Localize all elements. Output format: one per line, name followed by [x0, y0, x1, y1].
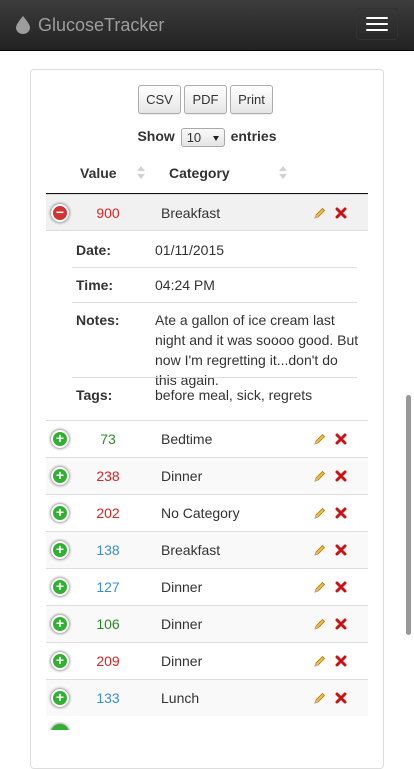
- entries-length-control: Show 10 entries: [0, 128, 414, 147]
- pencil-icon[interactable]: [314, 618, 326, 630]
- reading-category: Dinner: [161, 468, 203, 484]
- navbar: GlucoseTracker: [0, 0, 414, 51]
- sort-icon: [279, 166, 287, 180]
- reading-value: 202: [96, 505, 120, 521]
- reading-value: 900: [96, 205, 120, 221]
- reading-value: 138: [96, 542, 120, 558]
- value-column-header[interactable]: Value: [80, 165, 117, 181]
- print-button[interactable]: Print: [230, 85, 273, 114]
- reading-category: Bedtime: [161, 431, 213, 447]
- hamburger-icon: [366, 17, 388, 19]
- tags-value: before meal, sick, regrets: [155, 387, 313, 403]
- reading-category: No Category: [161, 505, 240, 521]
- pencil-icon[interactable]: [314, 581, 326, 593]
- brand-name: GlucoseTracker: [38, 14, 165, 35]
- table-row[interactable]: +127 Dinner: [46, 568, 368, 605]
- x-icon[interactable]: [335, 618, 347, 630]
- menu-toggle-button[interactable]: [356, 8, 398, 40]
- table-row[interactable]: +73 Bedtime: [46, 420, 368, 457]
- notes-label: Notes:: [76, 312, 120, 328]
- reading-value: 133: [96, 690, 120, 706]
- notes-value: Ate a gallon of ice cream last night and…: [155, 312, 359, 388]
- table-row[interactable]: +202 No Category: [46, 494, 368, 531]
- time-value: 04:24 PM: [155, 277, 215, 293]
- x-icon[interactable]: [335, 544, 347, 556]
- x-icon[interactable]: [335, 692, 347, 704]
- entries-label: entries: [230, 128, 277, 145]
- pencil-icon[interactable]: [314, 692, 326, 704]
- x-icon[interactable]: [335, 581, 347, 593]
- pencil-icon[interactable]: [314, 433, 326, 445]
- table-row[interactable]: +138 Breakfast: [46, 531, 368, 568]
- reading-value: 106: [96, 616, 120, 632]
- reading-category: Dinner: [161, 579, 203, 595]
- reading-category: Breakfast: [161, 542, 221, 558]
- x-icon[interactable]: [335, 207, 347, 219]
- reading-category: Lunch: [161, 690, 200, 706]
- reading-value: 238: [96, 468, 120, 484]
- pencil-icon[interactable]: [314, 470, 326, 482]
- table-row[interactable]: +209 Dinner: [46, 642, 368, 679]
- drop-icon: [16, 16, 30, 34]
- reading-category: Dinner: [161, 653, 203, 669]
- sort-icon: [137, 166, 145, 180]
- reading-category: Dinner: [161, 616, 203, 632]
- x-icon[interactable]: [335, 470, 347, 482]
- pencil-icon[interactable]: [314, 207, 326, 219]
- csv-export-button[interactable]: CSV: [138, 85, 181, 114]
- pencil-icon[interactable]: [314, 655, 326, 667]
- tags-label: Tags:: [76, 387, 113, 403]
- pencil-icon[interactable]: [314, 544, 326, 556]
- x-icon[interactable]: [335, 655, 347, 667]
- row-details: Date: 01/11/2015 Time: 04:24 PM Notes: A…: [46, 230, 368, 420]
- reading-value: 209: [96, 653, 120, 669]
- reading-category: Breakfast: [161, 205, 221, 221]
- table-row[interactable]: +133 Lunch: [46, 679, 368, 716]
- reading-value: 127: [96, 579, 120, 595]
- page-scrollbar[interactable]: [406, 395, 411, 635]
- pdf-export-button[interactable]: PDF: [184, 85, 227, 114]
- time-label: Time:: [76, 277, 114, 293]
- table-row[interactable]: +106 Dinner: [46, 605, 368, 642]
- date-label: Date:: [76, 242, 112, 258]
- dropdown-caret-icon: [212, 136, 219, 141]
- x-icon[interactable]: [335, 507, 347, 519]
- entries-select[interactable]: 10: [180, 128, 225, 147]
- pencil-icon[interactable]: [314, 507, 326, 519]
- category-column-header[interactable]: Category: [169, 165, 230, 181]
- reading-value: 73: [100, 431, 116, 447]
- table-row-expanded[interactable]: − 900 Breakfast: [46, 194, 368, 231]
- show-label: Show: [137, 128, 175, 145]
- date-value: 01/11/2015: [155, 242, 225, 258]
- table-row[interactable]: +238 Dinner: [46, 457, 368, 494]
- x-icon[interactable]: [335, 433, 347, 445]
- brand-link[interactable]: GlucoseTracker: [16, 0, 164, 50]
